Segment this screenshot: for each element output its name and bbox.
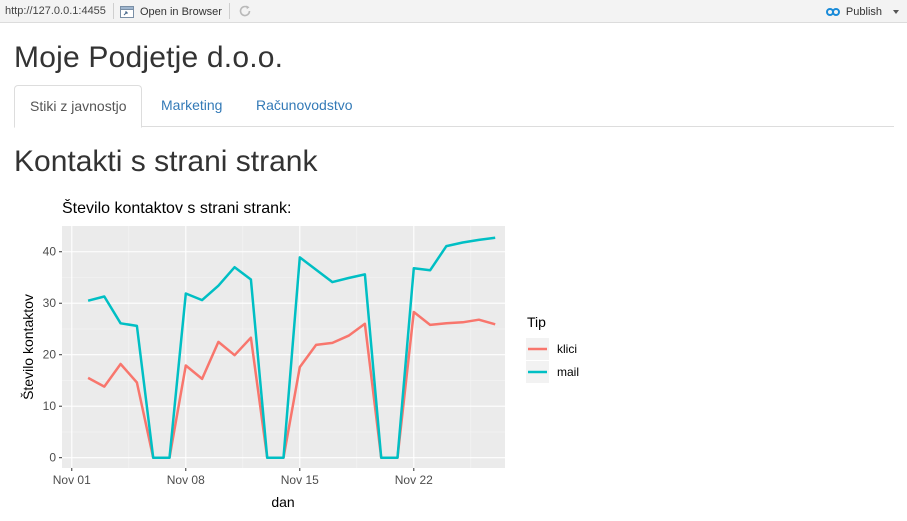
x-tick-label: Nov 15 <box>281 473 319 487</box>
x-tick-label: Nov 01 <box>53 473 91 487</box>
x-tick-label: Nov 08 <box>167 473 205 487</box>
viewer-toolbar: http://127.0.0.1:4455 Open in Browser Pu… <box>0 0 907 23</box>
y-axis-label: Število kontaktov <box>20 294 36 400</box>
app-title: Moje Podjetje d.o.o. <box>14 41 284 74</box>
x-tick-label: Nov 22 <box>395 473 433 487</box>
y-tick-label: 30 <box>43 296 57 310</box>
browser-icon <box>120 5 134 18</box>
open-in-browser-label: Open in Browser <box>140 5 222 18</box>
toolbar-divider <box>113 3 114 19</box>
tab-bar: Stiki z javnostjo Marketing Računovodstv… <box>14 85 894 128</box>
y-tick-label: 20 <box>43 348 57 362</box>
tab-stiki-z-javnostjo[interactable]: Stiki z javnostjo <box>14 85 143 128</box>
publish-icon <box>825 7 840 16</box>
publish-label: Publish <box>845 5 882 18</box>
contacts-line-chart: Število kontaktov s strani strank: 0 10 20… <box>20 198 579 510</box>
y-tick-label: 0 <box>49 451 56 465</box>
refresh-icon <box>239 5 251 17</box>
y-tick-label: 10 <box>43 399 57 413</box>
y-axis: 0 10 20 30 40 <box>43 245 62 465</box>
section-title: Kontakti s strani strank <box>14 145 318 178</box>
x-axis-label: dan <box>271 494 294 510</box>
publish-button[interactable]: Publish <box>825 3 899 20</box>
x-axis: Nov 01 Nov 08 Nov 15 Nov 22 <box>53 468 433 487</box>
toolbar-divider <box>229 3 230 19</box>
y-tick-label: 40 <box>43 245 57 259</box>
url-text: http://127.0.0.1:4455 <box>5 5 106 17</box>
open-in-browser-button[interactable]: Open in Browser <box>120 3 222 20</box>
legend-title: Tip <box>527 314 546 330</box>
legend-label-klici: klici <box>557 342 577 356</box>
legend-label-mail: mail <box>557 365 579 379</box>
tab-marketing[interactable]: Marketing <box>146 85 237 127</box>
chevron-down-icon <box>893 9 899 14</box>
chart-title: Število kontaktov s strani strank: <box>62 198 291 217</box>
refresh-button[interactable] <box>237 3 253 19</box>
legend: Tip klici mail <box>526 314 579 383</box>
tab-racunovodstvo[interactable]: Računovodstvo <box>241 85 368 127</box>
